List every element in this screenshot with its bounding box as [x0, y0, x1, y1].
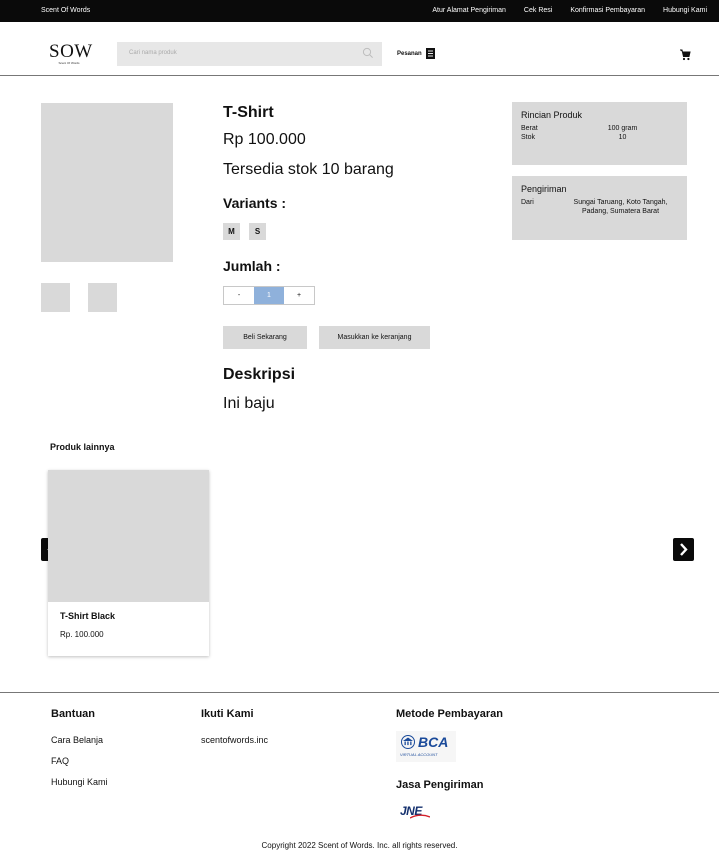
link-hubungi-kami[interactable]: Hubungi Kami — [663, 7, 707, 14]
follow-heading: Ikuti Kami — [201, 708, 254, 720]
link-konfirmasi-pembayaran[interactable]: Konfirmasi Pembayaran — [570, 7, 645, 14]
add-to-cart-button[interactable]: Masukkan ke keranjang — [319, 326, 430, 349]
product-card-price: Rp. 100.000 — [60, 630, 104, 639]
search-placeholder: Cari nama produk — [129, 50, 177, 56]
bank-icon — [401, 735, 415, 749]
quantity-minus-button[interactable]: - — [224, 287, 254, 304]
jne-logo: JNE — [396, 803, 444, 825]
buy-now-button[interactable]: Beli Sekarang — [223, 326, 307, 349]
top-bar-links: Atur Alamat Pengiriman Cek Resi Konfirma… — [432, 7, 707, 14]
product-details-box: Rincian Produk Berat 100 gram Stok 10 — [512, 102, 687, 165]
order-list-icon — [425, 48, 435, 59]
pesanan-label: Pesanan — [397, 50, 422, 57]
quantity-heading: Jumlah : — [223, 258, 281, 274]
shipping-title: Pengiriman — [521, 184, 567, 194]
shipping-row-from: Dari Sungai Taruang, Koto Tangah, Padang… — [521, 198, 678, 216]
bca-logo-subtext: VIRTUAL ACCOUNT — [400, 752, 438, 757]
variant-s-button[interactable]: S — [249, 223, 266, 240]
footer-divider — [0, 692, 719, 693]
quantity-plus-button[interactable]: + — [284, 287, 314, 304]
product-card-name: T-Shirt Black — [60, 611, 116, 621]
payment-heading: Metode Pembayaran — [396, 708, 503, 720]
link-atur-alamat[interactable]: Atur Alamat Pengiriman — [432, 7, 506, 14]
jne-swoosh-icon — [410, 814, 430, 819]
search-input[interactable]: Cari nama produk — [117, 42, 382, 66]
bca-logo: BCA VIRTUAL ACCOUNT — [396, 731, 456, 762]
bca-logo-text: BCA — [418, 734, 449, 750]
shipping-from-label: Dari — [521, 199, 534, 206]
stock-value: 10 — [618, 134, 627, 141]
product-thumbnail[interactable] — [88, 283, 117, 312]
footer-link-faq[interactable]: FAQ — [51, 756, 69, 766]
product-title: T-Shirt — [223, 104, 274, 121]
search-icon[interactable] — [362, 47, 374, 59]
product-thumbnail[interactable] — [41, 283, 70, 312]
shipping-service-heading: Jasa Pengiriman — [396, 779, 484, 791]
logo[interactable]: SOW Scent Of Words — [49, 41, 93, 65]
product-card-image — [48, 470, 209, 602]
weight-label: Berat — [521, 125, 538, 132]
footer-link-hubungi-kami[interactable]: Hubungi Kami — [51, 777, 108, 787]
product-card[interactable]: T-Shirt Black Rp. 100.000 — [48, 470, 209, 656]
footer-link-cara-belanja[interactable]: Cara Belanja — [51, 735, 103, 745]
quantity-stepper: - 1 + — [223, 286, 315, 305]
top-bar: Scent Of Words Atur Alamat Pengiriman Ce… — [0, 0, 719, 22]
link-cek-resi[interactable]: Cek Resi — [524, 7, 552, 14]
description-heading: Deskripsi — [223, 366, 296, 383]
chevron-right-icon — [680, 543, 688, 556]
quantity-input[interactable]: 1 — [254, 287, 284, 304]
detail-row-stock: Stok 10 — [521, 133, 678, 142]
description-text: Ini baju — [223, 395, 275, 412]
variants-heading: Variants : — [223, 195, 287, 211]
header: SOW Scent Of Words Cari nama produk Pesa… — [0, 22, 719, 76]
detail-row-weight: Berat 100 gram — [521, 124, 678, 133]
product-main-image — [41, 103, 173, 262]
details-title: Rincian Produk — [521, 110, 583, 120]
weight-value: 100 gram — [607, 125, 638, 132]
variant-m-button[interactable]: M — [223, 223, 240, 240]
shipping-from-value: Sungai Taruang, Koto Tangah, Padang, Sum… — [573, 199, 668, 215]
shipping-box: Pengiriman Dari Sungai Taruang, Koto Tan… — [512, 176, 687, 240]
stock-label: Stok — [521, 134, 536, 141]
cart-icon[interactable] — [679, 49, 691, 61]
logo-text: SOW — [49, 41, 93, 62]
product-stock: Tersedia stok 10 barang — [223, 161, 394, 178]
help-heading: Bantuan — [51, 708, 95, 720]
related-heading: Produk lainnya — [50, 442, 115, 452]
copyright-text: Copyright 2022 Scent of Words. Inc. all … — [261, 841, 458, 850]
top-bar-brand: Scent Of Words — [41, 7, 91, 14]
social-handle-link[interactable]: scentofwords.inc — [201, 735, 268, 745]
pesanan-button[interactable]: Pesanan — [397, 48, 435, 59]
carousel-next-button[interactable] — [673, 538, 694, 561]
product-price: Rp 100.000 — [223, 131, 306, 148]
